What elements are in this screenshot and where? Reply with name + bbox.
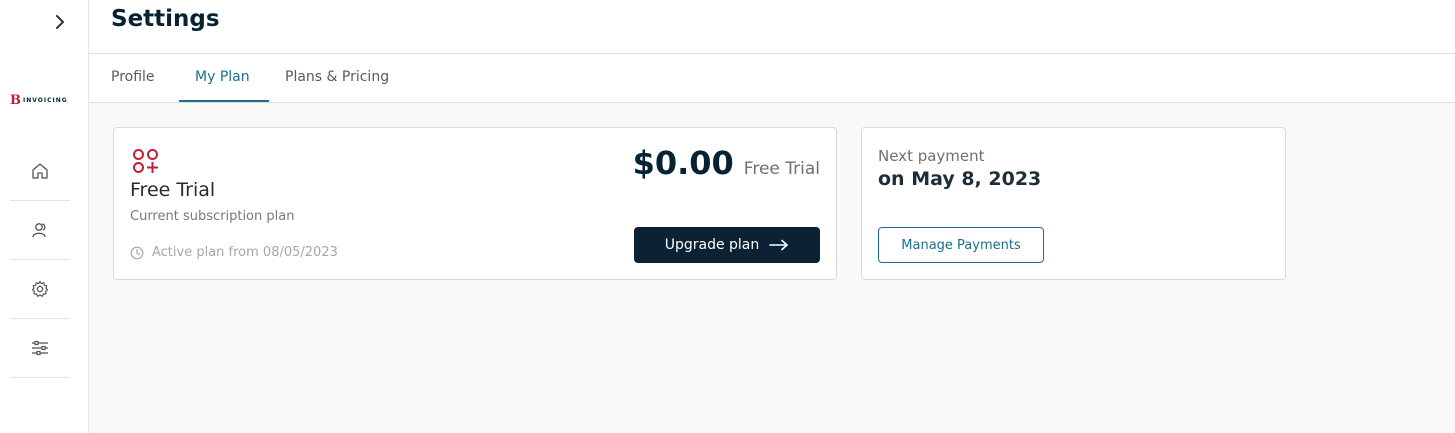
sliders-icon [32,340,48,356]
nav-item-settings[interactable] [10,260,70,319]
settings-icon [31,280,49,297]
plan-price: $0.00 [632,144,734,182]
plan-name: Free Trial [130,179,216,201]
tab-plans-pricing[interactable]: Plans & Pricing [285,69,389,85]
logo: B INVOICING [10,94,68,107]
current-plan-card: Free Trial Current subscription plan Act… [113,127,837,280]
logo-mark: B [10,93,21,108]
nav-item-home[interactable] [10,142,70,201]
manage-payments-button[interactable]: Manage Payments [878,227,1044,263]
active-tab-indicator [179,100,269,102]
logo-text: INVOICING [23,97,68,104]
settings-tabs: Profile My Plan Plans & Pricing [89,54,1455,103]
upgrade-plan-label: Upgrade plan [664,237,760,253]
clock-icon [130,246,144,259]
home-icon [32,163,48,179]
page-title: Settings [111,6,220,32]
expand-sidebar-button[interactable] [50,12,70,32]
plan-active-text: Active plan from 08/05/2023 [152,245,338,260]
tab-my-plan[interactable]: My Plan [195,69,250,85]
users-icon [32,223,46,238]
arrow-right-icon [769,239,789,251]
nav-item-users[interactable] [10,201,70,260]
sidebar: B INVOICING [0,0,89,433]
plan-price-label: Free Trial [743,159,820,179]
page-header: Settings [89,0,1455,54]
upgrade-plan-button[interactable]: Upgrade plan [634,227,820,263]
tab-profile[interactable]: Profile [111,69,155,85]
next-payment-card: Next payment on May 8, 2023 Manage Payme… [861,127,1286,280]
plan-price-row: $0.00 Free Trial [633,144,820,182]
plan-active-since: Active plan from 08/05/2023 [130,245,338,260]
next-payment-date: on May 8, 2023 [878,168,1042,190]
nav-item-preferences[interactable] [10,319,70,378]
plan-subtitle: Current subscription plan [130,209,295,224]
plan-apps-icon [133,149,158,173]
next-payment-label: Next payment [878,147,985,165]
chevron-right-icon [56,15,64,29]
